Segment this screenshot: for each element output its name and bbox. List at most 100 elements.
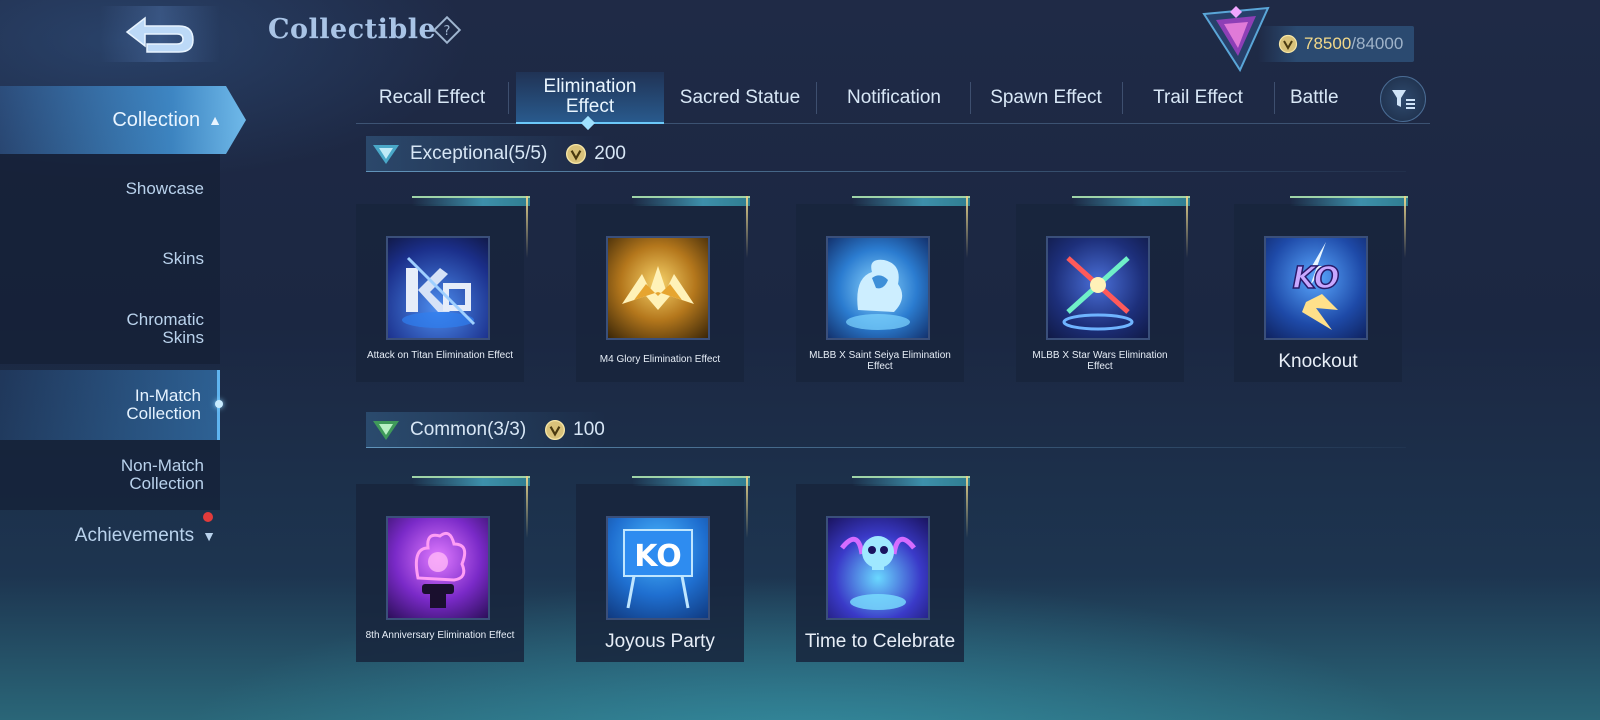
coin-icon [1278, 34, 1298, 54]
item-name: Joyous Party [605, 631, 715, 652]
sidebar-achievements-label: Achievements [74, 525, 195, 546]
item-artwork: KO [1264, 236, 1368, 340]
tab-elimination-effect[interactable]: Elimination Effect [516, 72, 664, 124]
collectible-card[interactable]: KO Knockout [1234, 196, 1408, 382]
chevron-up-icon: ▲ [208, 112, 222, 128]
card-frame [746, 476, 748, 538]
category-tabs: Recall Effect Elimination Effect Sacred … [356, 72, 1430, 131]
tab-recall-effect[interactable]: Recall Effect [356, 72, 508, 124]
sidebar-item-showcase[interactable]: Showcase [0, 154, 220, 224]
item-artwork [826, 516, 930, 620]
item-artwork [1046, 236, 1150, 340]
card-frame [412, 196, 530, 206]
sidebar-item-skins[interactable]: Skins [0, 224, 220, 294]
notification-dot [203, 512, 213, 522]
collectible-card[interactable]: Time to Celebrate [796, 476, 970, 662]
tab-divider [508, 82, 509, 114]
tab-label: Notification [847, 87, 941, 108]
card-frame [632, 196, 750, 206]
exceptional-tier-icon [373, 145, 399, 164]
item-artwork [386, 236, 490, 340]
card-frame [852, 196, 970, 206]
section-title: Common(3/3) [410, 419, 527, 440]
tab-spawn-effect[interactable]: Spawn Effect [970, 72, 1122, 124]
sidebar-item-chromatic-skins[interactable]: Chromatic Skins [0, 294, 220, 364]
back-button[interactable] [100, 6, 220, 62]
sidebar-item-in-match-collection[interactable]: In-Match Collection [0, 370, 223, 440]
svg-text:?: ? [444, 24, 451, 39]
help-icon[interactable]: ? [432, 15, 462, 45]
card-frame [1404, 196, 1406, 258]
section-points: 100 [544, 419, 605, 441]
filter-button[interactable] [1380, 76, 1426, 122]
sidebar-item-label: In-Match Collection [126, 386, 201, 423]
page-title: Collectible [268, 14, 437, 45]
item-name: 8th Anniversary Elimination Effect [365, 630, 515, 641]
sidebar: Collection ▲ Showcase Skins Chromatic Sk… [0, 80, 246, 545]
selected-indicator [215, 400, 223, 408]
tab-divider [816, 82, 817, 114]
filter-icon [1392, 90, 1415, 109]
item-name: Time to Celebrate [804, 631, 956, 652]
collector-rank-badge[interactable] [1200, 4, 1272, 74]
sidebar-item-label: Non-Match Collection [120, 456, 204, 493]
joyous-art-text: KO [634, 539, 681, 574]
tab-trail-effect[interactable]: Trail Effect [1122, 72, 1274, 124]
common-tier-icon [373, 421, 399, 440]
coin-icon [566, 143, 587, 165]
collection-points-display: 78500 /84000 [1258, 26, 1414, 62]
back-arrow-icon [125, 16, 194, 53]
section-divider [366, 447, 1406, 448]
tab-label: Elimination Effect [543, 76, 637, 117]
item-artwork: KO [606, 516, 710, 620]
collectible-card[interactable]: MLBB X Saint Seiya Elimination Effect [796, 196, 970, 382]
points-current: 78500 [1304, 34, 1352, 53]
card-frame [966, 476, 968, 538]
sidebar-item-non-match-collection[interactable]: Non-Match Collection [0, 440, 220, 510]
item-name: MLBB X Saint Seiya Elimination Effect [809, 350, 951, 372]
tab-label: Trail Effect [1153, 87, 1243, 108]
card-frame [526, 476, 528, 538]
card-frame [1290, 196, 1408, 206]
card-frame [632, 476, 750, 486]
card-frame [412, 476, 530, 486]
section-title: Exceptional(5/5) [410, 143, 548, 164]
card-frame [746, 196, 748, 258]
tab-battle[interactable]: Battle [1274, 72, 1358, 124]
tab-label: Sacred Statue [679, 87, 801, 108]
collectible-card[interactable]: Attack on Titan Elimination Effect [356, 196, 530, 382]
item-name: MLBB X Star Wars Elimination Effect [1032, 350, 1168, 372]
tab-label: Recall Effect [378, 87, 486, 108]
section-divider [366, 171, 1406, 172]
collectible-card[interactable]: MLBB X Star Wars Elimination Effect [1016, 196, 1190, 382]
sidebar-item-label: Showcase [125, 179, 204, 198]
item-artwork [826, 236, 930, 340]
card-frame [1072, 196, 1190, 206]
chevron-down-icon: ▼ [202, 528, 216, 544]
item-artwork [386, 516, 490, 620]
knockout-art-text: KO [1293, 261, 1340, 296]
section-points-value: 100 [573, 419, 605, 440]
section-header-common: Common(3/3) 100 [366, 412, 1406, 448]
section-header-exceptional: Exceptional(5/5) 200 [366, 136, 1406, 172]
sidebar-item-label: Skins [162, 249, 204, 268]
tab-label: Spawn Effect [990, 87, 1102, 108]
item-name: Attack on Titan Elimination Effect [366, 350, 513, 361]
card-frame [526, 196, 528, 258]
section-points-value: 200 [594, 143, 626, 164]
card-frame [966, 196, 968, 258]
coin-icon [545, 419, 566, 441]
points-max: /84000 [1351, 34, 1404, 53]
sidebar-collection-label: Collection [112, 109, 201, 131]
tab-notification[interactable]: Notification [818, 72, 970, 124]
collectible-card[interactable]: 8th Anniversary Elimination Effect [356, 476, 530, 662]
card-frame [1186, 196, 1188, 258]
sidebar-item-label: Chromatic Skins [126, 310, 204, 347]
card-frame [852, 476, 970, 486]
collectible-card[interactable]: KO Joyous Party [576, 476, 750, 662]
sidebar-collection-button[interactable]: Collection ▲ [0, 86, 246, 154]
item-name: M4 Glory Elimination Effect [599, 354, 721, 365]
sidebar-achievements-button[interactable]: Achievements ▼ [0, 516, 232, 556]
tab-sacred-statue[interactable]: Sacred Statue [664, 72, 816, 124]
collectible-card[interactable]: M4 Glory Elimination Effect [576, 196, 750, 382]
